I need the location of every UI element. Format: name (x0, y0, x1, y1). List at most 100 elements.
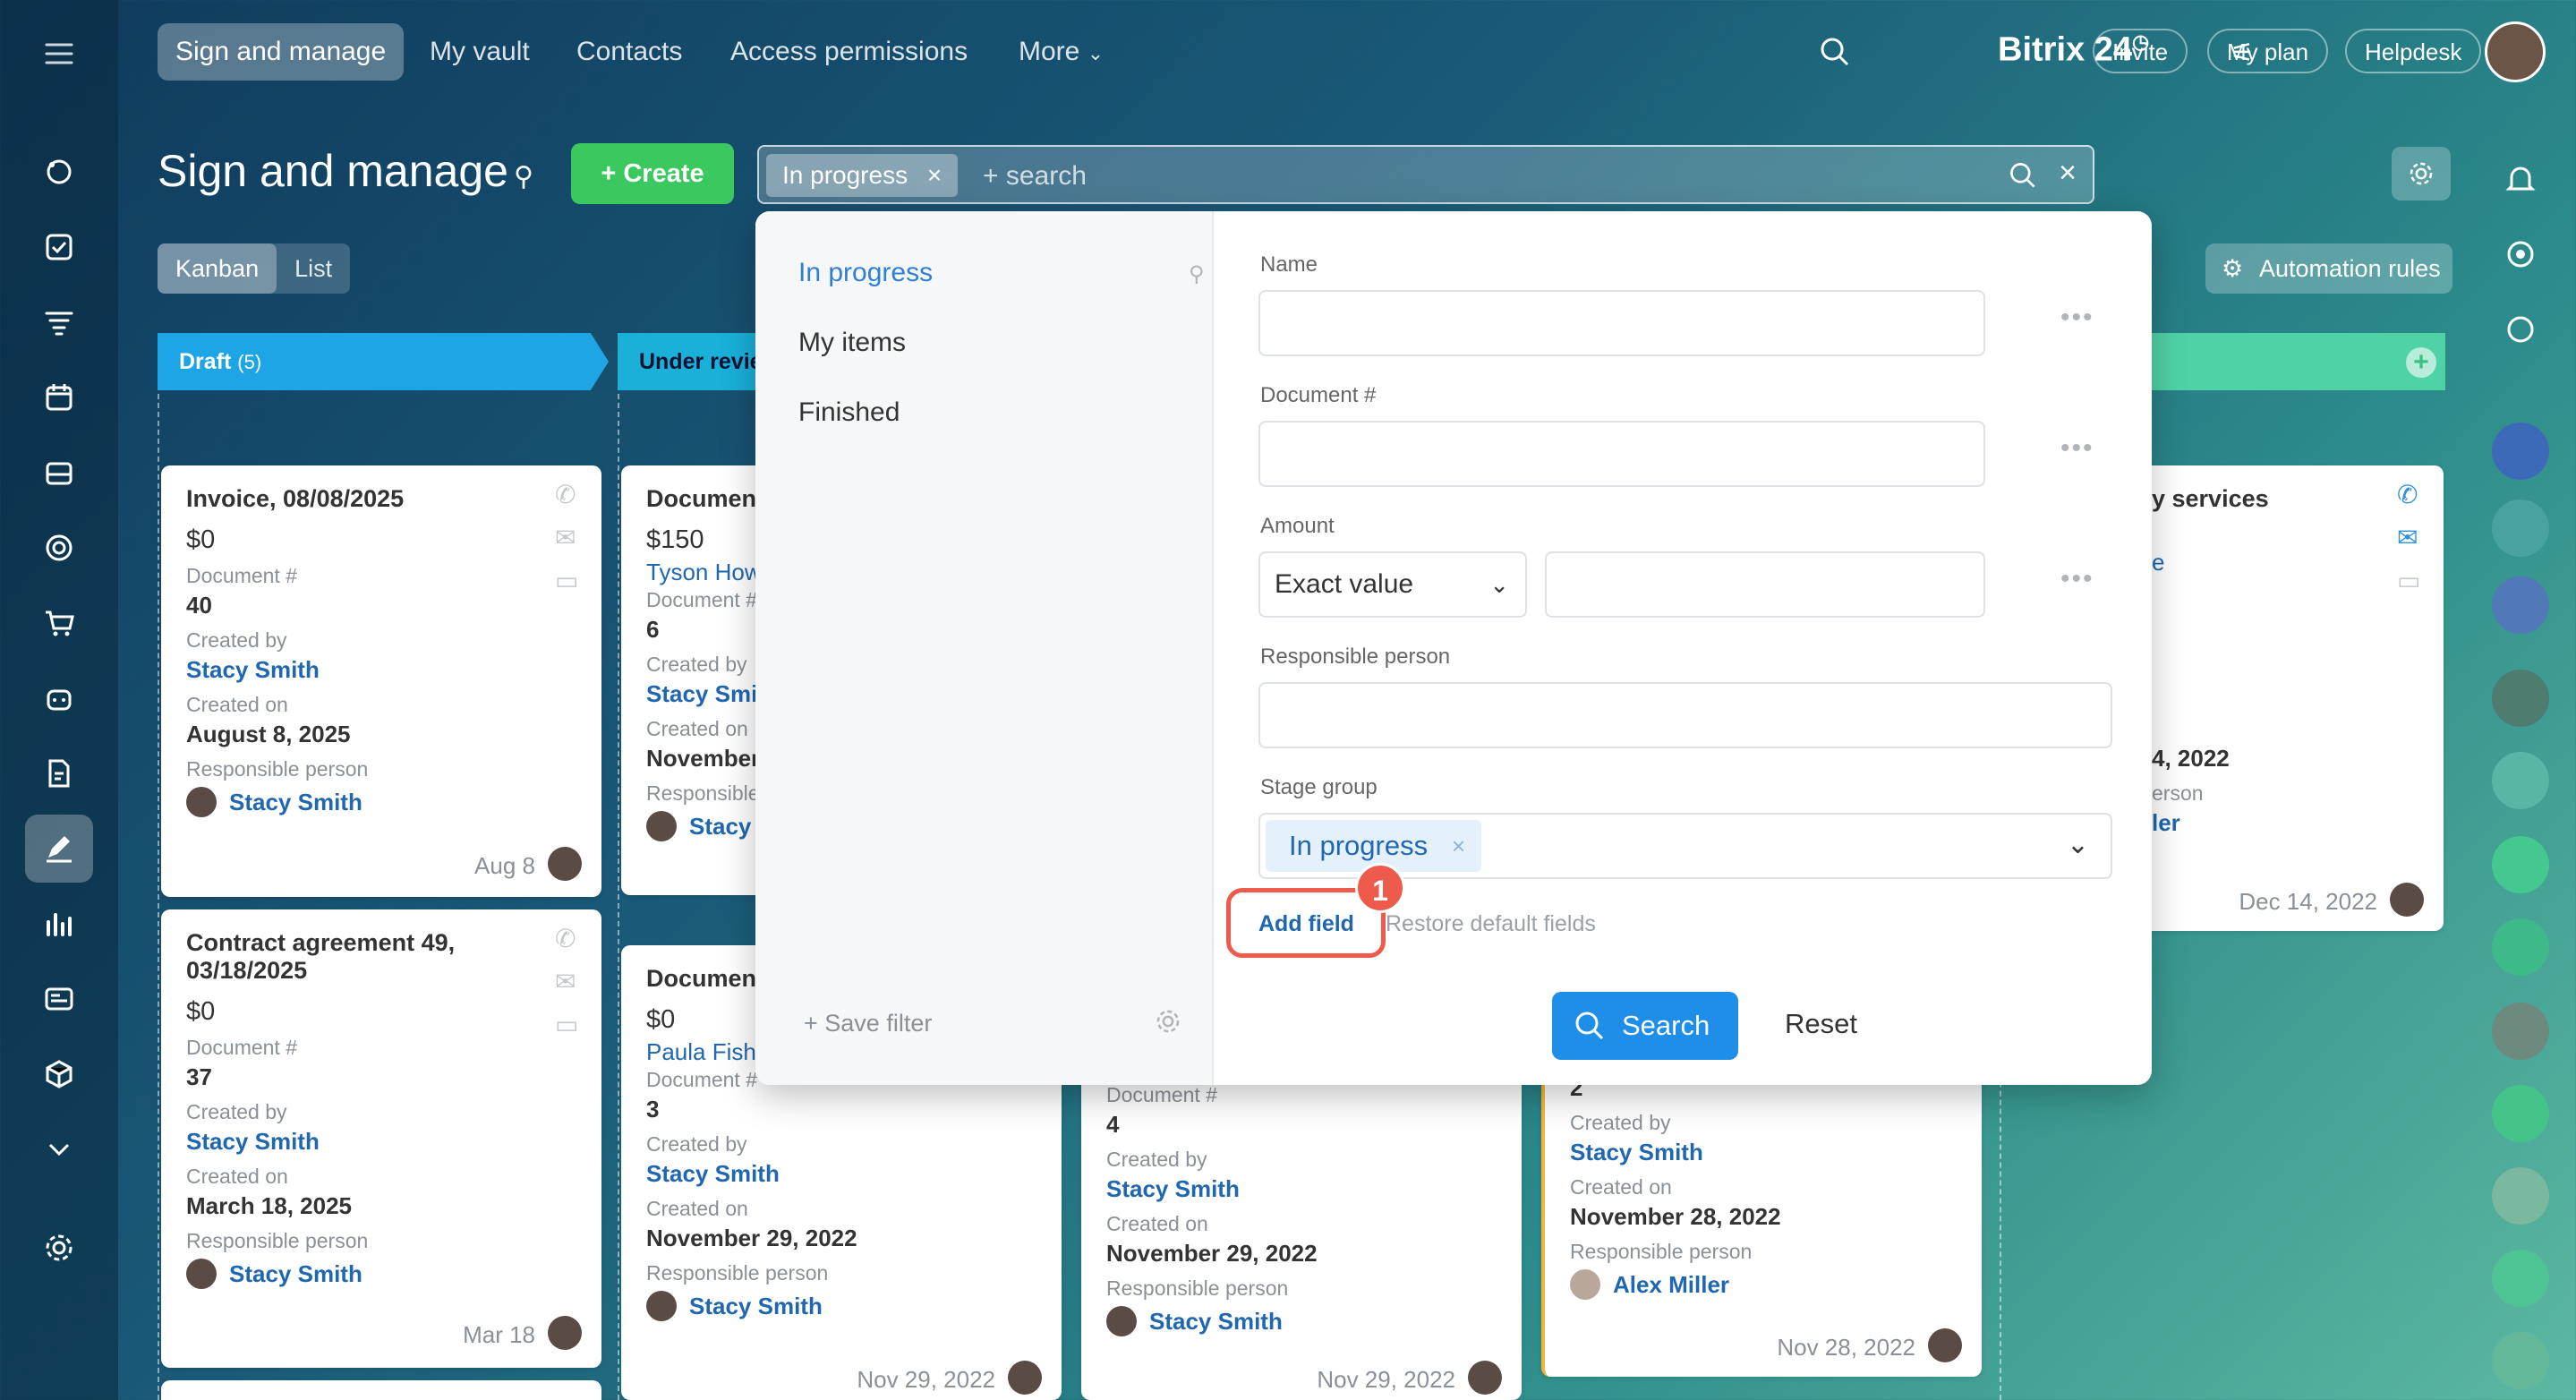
chat-bubble-icon[interactable] (2492, 836, 2549, 893)
tab-sign-and-manage[interactable]: Sign and manage (158, 23, 405, 81)
amount-mode-select[interactable]: Exact value ⌄ (1258, 551, 1527, 618)
more-dots-icon[interactable]: ••• (2060, 303, 2094, 333)
openlines-icon[interactable] (2492, 423, 2549, 480)
tab-contacts[interactable]: Contacts (559, 23, 700, 81)
pin-icon[interactable]: ⚲ (514, 161, 533, 192)
chevron-down-icon[interactable] (36, 1126, 82, 1173)
card-title[interactable]: Invoice, 08/08/2025 (186, 485, 576, 513)
pulse-icon[interactable] (2492, 226, 2549, 283)
name-field[interactable] (1258, 290, 1985, 356)
tasks-check-4-icon[interactable] (2492, 1332, 2549, 1389)
group-chat-icon[interactable] (2492, 752, 2549, 809)
responsible-link[interactable]: Alex Miller (1613, 1271, 1729, 1299)
responsible-link[interactable]: Stacy Smith (1149, 1308, 1283, 1336)
search-icon[interactable] (2007, 159, 2039, 196)
kanban-card[interactable]: Contract agreement 49, 03/18/2025 $0 Doc… (161, 909, 601, 1368)
preset-finished[interactable]: Finished (798, 397, 900, 428)
responsible-link[interactable]: Stacy Smith (229, 1260, 363, 1288)
avatar[interactable] (2485, 21, 2546, 82)
filter-chip[interactable]: In progress × (766, 154, 959, 197)
more-dots-icon[interactable]: ••• (2060, 564, 2094, 594)
tasks-icon[interactable] (36, 224, 82, 270)
document-edit-icon[interactable] (36, 750, 82, 797)
phone-icon[interactable]: ✆ (555, 924, 584, 952)
plus-icon[interactable]: + (2406, 347, 2436, 378)
group-icon[interactable] (2492, 499, 2549, 557)
sign-icon[interactable] (25, 815, 93, 883)
box-icon[interactable] (36, 1051, 82, 1097)
filter-funnel-icon[interactable] (36, 299, 82, 346)
menu-icon[interactable] (36, 30, 82, 77)
save-filter-button[interactable]: + Save filter (804, 1010, 932, 1037)
phone-icon[interactable]: ✆ (2397, 480, 2426, 508)
phone-icon[interactable]: ✆ (555, 480, 584, 508)
responsible-link[interactable]: Stacy (689, 813, 751, 841)
tab-access-permissions[interactable]: Access permissions (712, 23, 985, 81)
chevron-down-icon[interactable]: ⌄ (2067, 829, 2089, 860)
pin-icon[interactable]: ⚲ (1189, 261, 1205, 287)
search-button[interactable]: Search (1552, 992, 1738, 1060)
crm-icon[interactable] (36, 149, 82, 195)
comment-icon[interactable]: ▭ (555, 566, 584, 594)
helpdesk-button[interactable]: Helpdesk (2345, 29, 2482, 73)
kanban-card[interactable] (161, 1380, 601, 1400)
search-icon[interactable] (1817, 34, 1853, 74)
tab-more[interactable]: More ⌄ (1001, 23, 1122, 81)
tasks-check-3-icon[interactable] (2492, 1250, 2549, 1307)
reset-button[interactable]: Reset (1785, 1008, 1857, 1040)
kanban-card[interactable]: Document # 4 Created by Stacy Smith Crea… (1081, 1038, 1522, 1400)
comment-icon[interactable]: ▭ (555, 1010, 584, 1038)
card-title[interactable]: Contract agreement 49, 03/18/2025 (186, 929, 508, 985)
chat-search-icon[interactable] (2492, 301, 2549, 358)
created-by-link[interactable]: Stacy Smith (646, 1160, 1036, 1188)
card-title[interactable]: y services (2152, 485, 2418, 513)
column-tail[interactable]: + (2152, 333, 2445, 390)
my-plan-button[interactable]: My plan (2207, 29, 2329, 73)
close-icon[interactable]: × (927, 161, 942, 189)
gear-icon[interactable] (36, 1225, 82, 1271)
tasks-check-2-icon[interactable] (2492, 1085, 2549, 1142)
cart-icon[interactable] (36, 600, 82, 646)
created-by-link[interactable]: Stacy Smith (1570, 1139, 1957, 1166)
client-link[interactable]: e (2152, 549, 2418, 576)
responsible-link[interactable]: ler (2152, 809, 2418, 837)
robot-icon[interactable] (36, 675, 82, 721)
bot-avatar-icon[interactable] (2492, 1167, 2549, 1225)
search-filter-bar[interactable]: In progress × + search × (757, 145, 2094, 204)
view-list[interactable]: List (277, 243, 350, 294)
restore-default-link[interactable]: Restore default fields (1386, 911, 1596, 937)
view-kanban[interactable]: Kanban (158, 243, 277, 294)
created-by-link[interactable]: Stacy Smith (1106, 1175, 1497, 1203)
create-button[interactable]: + Create (571, 143, 734, 204)
column-draft[interactable]: Draft (5) (158, 333, 609, 390)
kanban-card[interactable]: Invoice, 08/08/2025 $0 Document # 40 Cre… (161, 465, 601, 897)
preset-in-progress[interactable]: In progress (798, 258, 933, 288)
preset-my-items[interactable]: My items (798, 328, 906, 358)
sites-icon[interactable] (36, 976, 82, 1022)
add-field-link[interactable]: Add field (1258, 911, 1354, 937)
mail-icon[interactable]: ✉ (555, 523, 584, 551)
search-input[interactable]: + search (983, 161, 1087, 192)
clear-icon[interactable]: × (2059, 156, 2077, 191)
close-icon[interactable]: × (1452, 820, 1465, 872)
user-avatar-2-icon[interactable] (2492, 1003, 2549, 1060)
bell-icon[interactable] (2492, 150, 2549, 208)
mail-icon[interactable]: ✉ (2397, 523, 2426, 551)
tab-my-vault[interactable]: My vault (412, 23, 548, 81)
created-by-link[interactable]: Stacy Smith (186, 1128, 576, 1156)
user-avatar-icon[interactable] (2492, 670, 2549, 727)
calendar-icon[interactable] (36, 374, 82, 421)
drive-icon[interactable] (36, 449, 82, 496)
settings-button[interactable] (2392, 147, 2451, 201)
automation-rules-button[interactable]: ⚙ Automation rules (2205, 243, 2452, 294)
document-field[interactable] (1258, 421, 1985, 487)
created-by-link[interactable]: Stacy Smith (186, 656, 576, 684)
target-icon[interactable] (36, 525, 82, 571)
kanban-card[interactable]: 2 Created by Stacy Smith Created on Nove… (1541, 1038, 1982, 1377)
gear-icon[interactable] (1153, 1006, 1183, 1041)
comment-icon[interactable]: ▭ (2397, 566, 2426, 594)
analytics-icon[interactable] (36, 901, 82, 947)
tasks-check-icon[interactable] (2492, 918, 2549, 976)
mail-icon[interactable]: ✉ (555, 967, 584, 995)
invite-button[interactable]: Invite (2093, 29, 2188, 73)
